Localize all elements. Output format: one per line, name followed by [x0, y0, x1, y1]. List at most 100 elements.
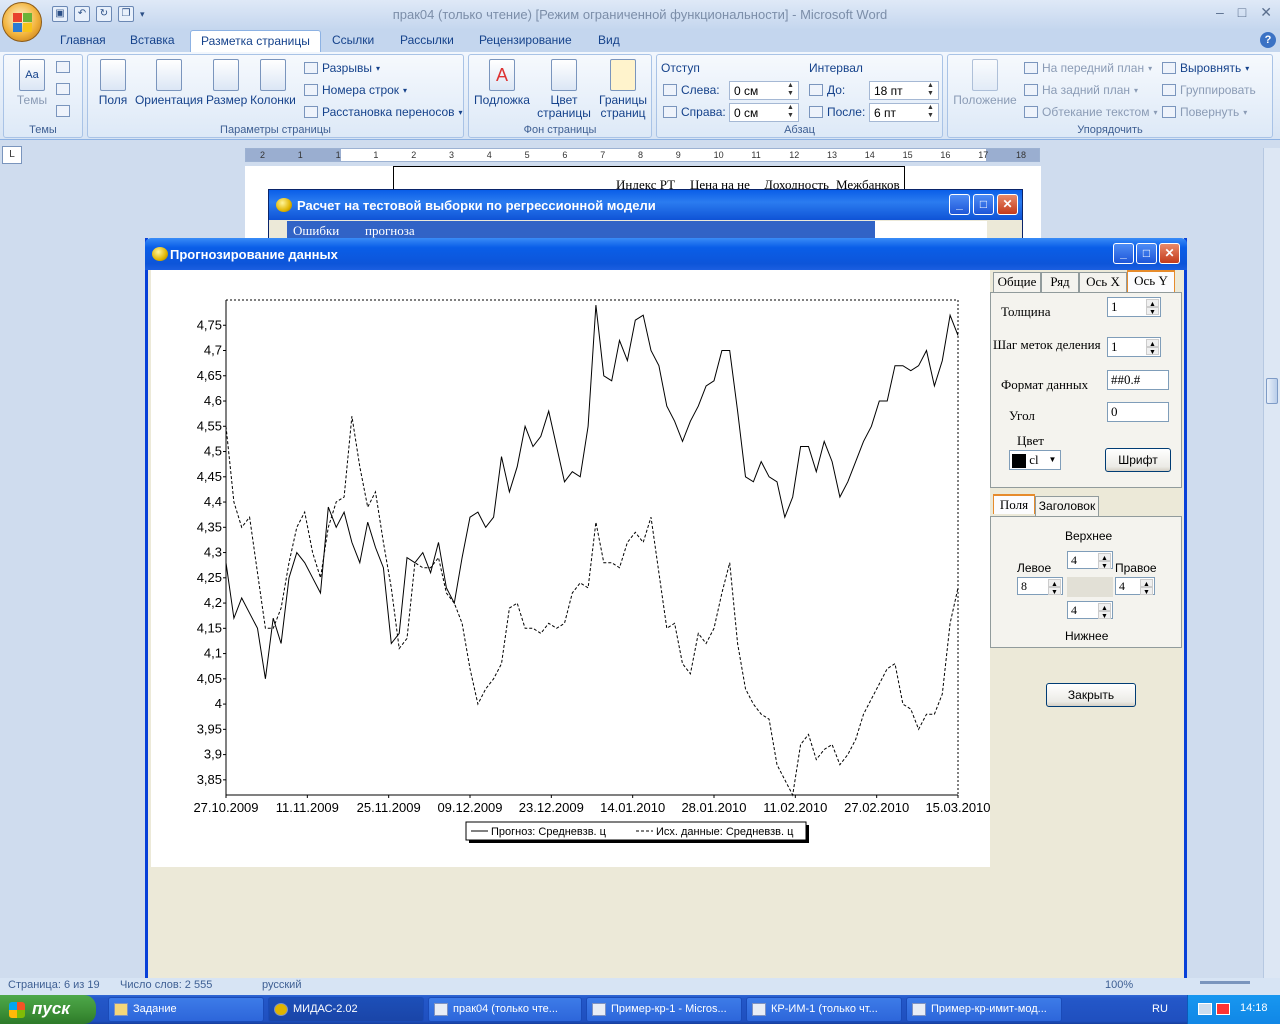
close-icon[interactable]: ✕ — [997, 194, 1018, 215]
security-icon[interactable] — [1216, 1003, 1230, 1015]
position-button[interactable]: Положение — [952, 59, 1018, 107]
spinner-icon[interactable]: ▲ ▼ — [1098, 603, 1111, 620]
restore-icon[interactable]: □ — [1238, 4, 1246, 21]
theme-colors-icon[interactable] — [56, 61, 70, 73]
bring-front-button[interactable]: На передний план ▾ — [1024, 61, 1152, 75]
tab-selector-icon[interactable]: L — [2, 146, 22, 164]
tab-page-layout[interactable]: Разметка страницы — [190, 30, 321, 52]
tab-references[interactable]: Ссылки — [332, 33, 374, 47]
margin-top-input[interactable]: 4 ▲ ▼ — [1067, 551, 1113, 570]
margin-right-input[interactable]: 4 ▲ ▼ — [1115, 577, 1155, 596]
margin-bottom-input[interactable]: 4 ▲ ▼ — [1067, 601, 1113, 620]
tab-margins[interactable]: Поля — [993, 494, 1035, 514]
scrollbar-thumb[interactable] — [1266, 378, 1278, 404]
spinner-icon[interactable]: ▲ ▼ — [927, 82, 937, 99]
align-button[interactable]: Выровнять ▾ — [1162, 61, 1249, 75]
taskbar-item[interactable]: Пример-кр-имит-мод... — [906, 997, 1062, 1022]
indent-left-input[interactable]: 0 см ▲ ▼ — [729, 81, 799, 100]
thickness-input[interactable]: 1 ▲ ▼ — [1107, 297, 1161, 317]
spinner-icon[interactable]: ▲ ▼ — [927, 104, 937, 121]
close-icon[interactable]: ✕ — [1159, 243, 1180, 264]
zoom-level[interactable]: 100% — [1105, 979, 1133, 991]
zoom-slider[interactable] — [1200, 981, 1250, 984]
rotate-button[interactable]: Повернуть ▾ — [1162, 105, 1247, 119]
watermark-button[interactable]: A Подложка — [473, 59, 531, 107]
y-tick-label: 4,45 — [197, 469, 222, 484]
start-button[interactable]: пуск — [0, 995, 96, 1024]
close-button[interactable]: Закрыть — [1046, 683, 1136, 707]
undo-icon[interactable]: ↶ — [74, 6, 90, 22]
qat-dropdown-icon[interactable]: ▾ — [140, 9, 145, 20]
forecast-window[interactable]: Прогнозирование данных _ □ ✕ 3,85 3,9 3,95… — [145, 238, 1187, 984]
copy-icon[interactable]: ❐ — [118, 6, 134, 22]
taskbar-item[interactable]: Пример-кр-1 - Micros... — [586, 997, 742, 1022]
language-indicator[interactable]: RU — [1152, 1003, 1168, 1015]
close-icon[interactable]: ✕ — [1260, 4, 1272, 21]
size-button[interactable]: Размер — [206, 59, 247, 107]
spinner-icon[interactable]: ▲ ▼ — [787, 104, 797, 121]
spinner-icon[interactable]: ▲ ▼ — [1098, 553, 1111, 570]
redo-icon[interactable]: ↻ — [96, 6, 112, 22]
group-objects-button[interactable]: Группировать — [1162, 83, 1256, 97]
spinner-icon[interactable]: ▲ ▼ — [1146, 299, 1159, 316]
minimize-icon[interactable]: _ — [949, 194, 970, 215]
hyphenation-button[interactable]: Расстановка переносов ▾ — [304, 105, 463, 119]
regression-window-titlebar[interactable]: Расчет на тестовой выборки по регрессион… — [269, 190, 1022, 220]
tab-axis-y[interactable]: Ось Y — [1127, 270, 1175, 292]
text-wrap-button[interactable]: Обтекание текстом ▾ — [1024, 105, 1158, 119]
horizontal-ruler[interactable]: 2 1 1 1 2 3 4 5 6 7 8 9 10 11 12 13 14 15 16 17 18 — [245, 148, 1040, 162]
tick-step-input[interactable]: 1 ▲ ▼ — [1107, 337, 1161, 357]
tab-view[interactable]: Вид — [598, 33, 620, 47]
tab-general[interactable]: Общие — [993, 272, 1041, 292]
minimize-icon[interactable]: _ — [1113, 243, 1134, 264]
angle-input[interactable]: 0 — [1107, 402, 1169, 422]
y-tick-label: 4,3 — [204, 545, 222, 560]
data-format-input[interactable]: ##0.# — [1107, 370, 1169, 390]
save-icon[interactable]: ▣ — [52, 6, 68, 22]
color-select[interactable]: cl ▼ — [1009, 450, 1061, 470]
theme-fonts-icon[interactable] — [56, 83, 70, 95]
maximize-icon[interactable]: □ — [973, 194, 994, 215]
forecast-window-titlebar[interactable]: Прогнозирование данных _ □ ✕ — [145, 238, 1187, 270]
maximize-icon[interactable]: □ — [1136, 243, 1157, 264]
page-borders-button[interactable]: Границы страниц — [597, 59, 649, 120]
page-color-button[interactable]: Цвет страницы — [533, 59, 595, 120]
dropdown-arrow-icon[interactable]: ▼ — [1046, 452, 1059, 468]
themes-button[interactable]: Aa Темы — [12, 59, 52, 107]
tab-mailings[interactable]: Рассылки — [400, 33, 454, 47]
vertical-scrollbar[interactable] — [1263, 148, 1280, 978]
taskbar-item[interactable]: Задание — [108, 997, 264, 1022]
theme-effects-icon[interactable] — [56, 105, 70, 117]
margin-left-input[interactable]: 8 ▲ ▼ — [1017, 577, 1063, 596]
orientation-button[interactable]: Ориентация — [134, 59, 204, 107]
spinner-icon[interactable]: ▲ ▼ — [1146, 339, 1159, 356]
taskbar-item[interactable]: прак04 (только чте... — [428, 997, 582, 1022]
margins-button[interactable]: Поля — [96, 59, 130, 107]
send-back-button[interactable]: На задний план ▾ — [1024, 83, 1138, 97]
tab-home[interactable]: Главная — [60, 33, 106, 47]
tab-review[interactable]: Рецензирование — [479, 33, 572, 47]
network-icon[interactable] — [1198, 1003, 1212, 1015]
minimize-icon[interactable]: – — [1216, 4, 1224, 21]
font-button[interactable]: Шрифт — [1105, 448, 1171, 472]
tab-insert[interactable]: Вставка — [130, 33, 175, 47]
indent-right-input[interactable]: 0 см ▲ ▼ — [729, 103, 799, 122]
breaks-button[interactable]: Разрывы ▾ — [304, 61, 380, 75]
taskbar-item[interactable]: МИДАС-2.02 — [268, 997, 424, 1022]
y-tick-label: 4,5 — [204, 444, 222, 459]
help-icon[interactable]: ? — [1260, 32, 1276, 48]
spinner-icon[interactable]: ▲ ▼ — [1048, 579, 1061, 596]
tab-axis-x[interactable]: Ось X — [1079, 272, 1127, 292]
spinner-icon[interactable]: ▲ ▼ — [787, 82, 797, 99]
office-button[interactable] — [2, 2, 42, 42]
spacing-after-input[interactable]: 6 пт ▲ ▼ — [869, 103, 939, 122]
taskbar-item[interactable]: КР-ИМ-1 (только чт... — [746, 997, 902, 1022]
line-numbers-button[interactable]: Номера строк ▾ — [304, 83, 407, 97]
spacing-before-input[interactable]: 18 пт ▲ ▼ — [869, 81, 939, 100]
word-window-title: прак04 (только чтение) [Режим ограниченн… — [392, 7, 888, 22]
tab-heading[interactable]: Заголовок — [1035, 496, 1099, 516]
spinner-icon[interactable]: ▲ ▼ — [1140, 579, 1153, 596]
system-tray: 14:18 — [1187, 995, 1280, 1024]
columns-button[interactable]: Колонки — [248, 59, 298, 107]
tab-series[interactable]: Ряд — [1041, 272, 1079, 292]
